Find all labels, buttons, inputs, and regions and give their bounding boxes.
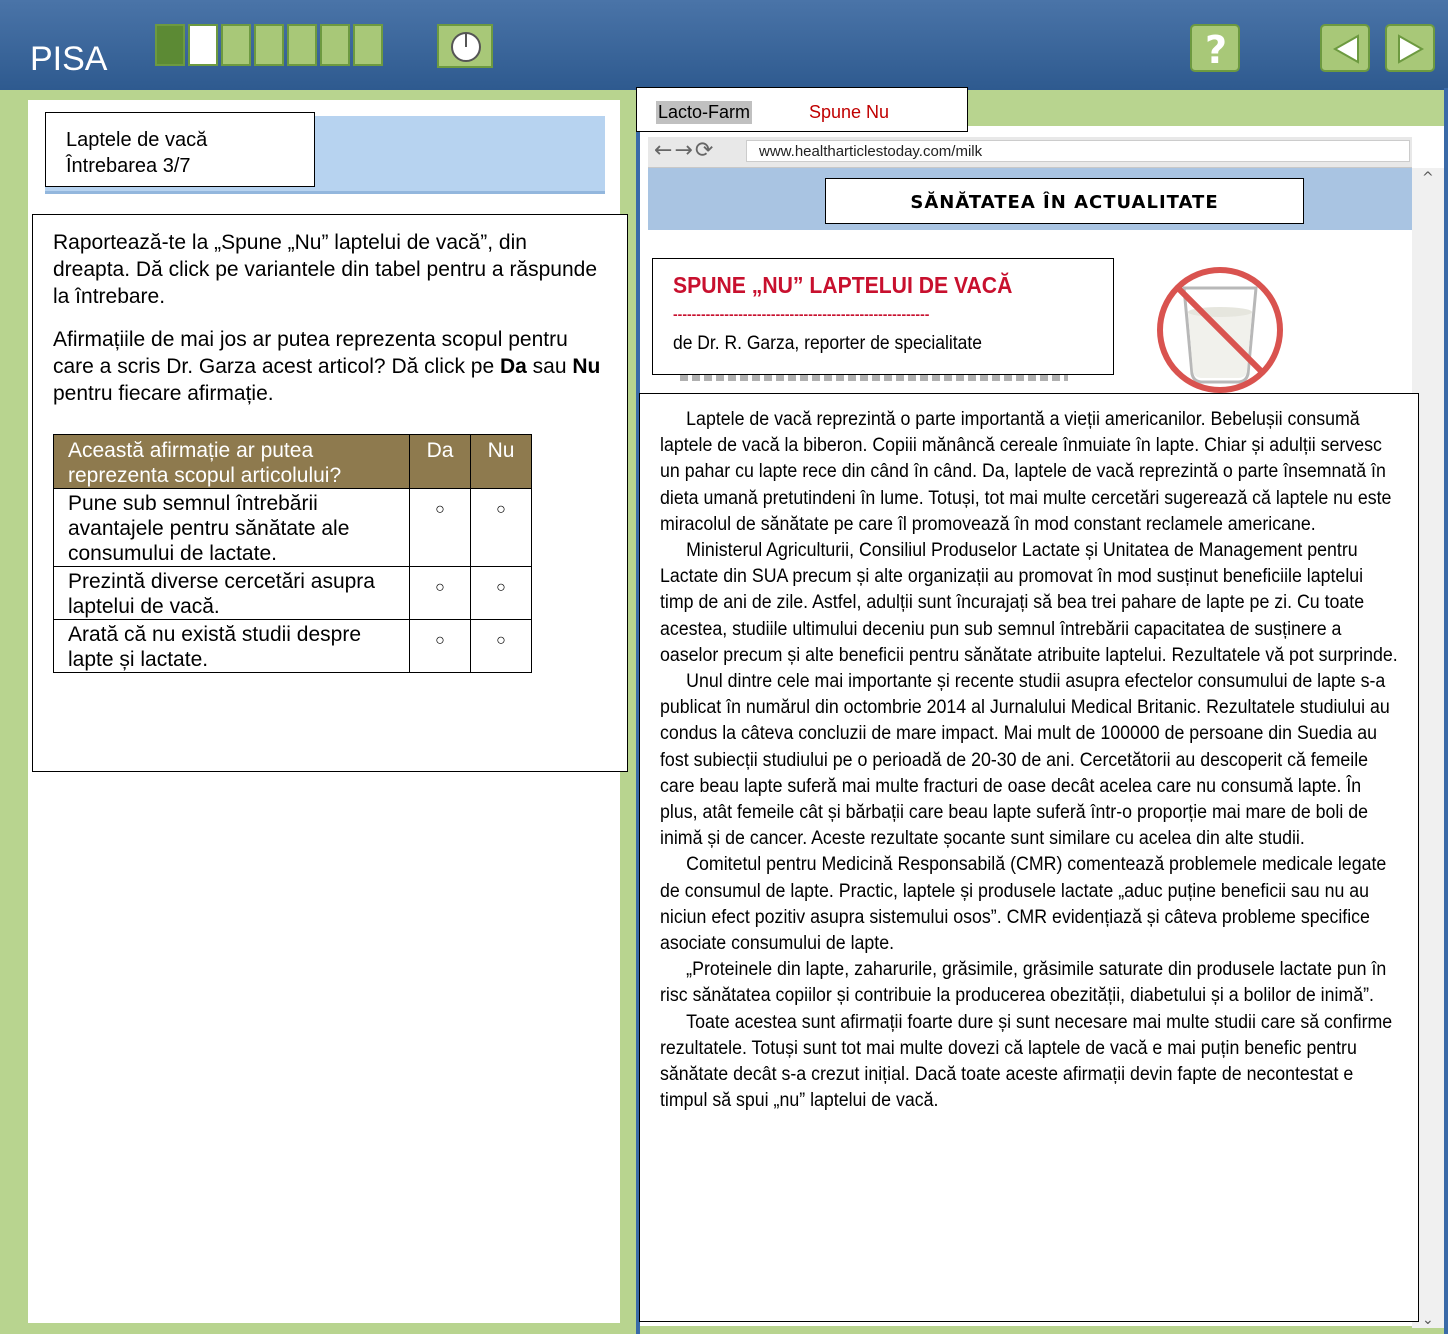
article-paragraph: Toate acestea sunt afirmații foarte dure…	[660, 1011, 1393, 1112]
table-row: Pune sub semnul întrebării avantajele pe…	[53, 488, 532, 567]
help-button[interactable]: ?	[1190, 24, 1240, 72]
table-row: Arată că nu există studii despre lapte ș…	[53, 619, 532, 673]
article-byline: de Dr. R. Garza, reporter de specialitat…	[673, 333, 982, 354]
previous-button[interactable]	[1320, 24, 1370, 72]
progress-indicator	[155, 24, 386, 70]
next-button[interactable]	[1385, 24, 1435, 72]
timer-button[interactable]	[437, 24, 493, 68]
prompt-da: Da	[499, 355, 527, 378]
question-intro: Raportează-te la „Spune „Nu” laptelui de…	[53, 231, 598, 308]
stimulus-tabs: Lacto-Farm Spune Nu	[636, 87, 968, 132]
question-box: Raportează-te la „Spune „Nu” laptelui de…	[32, 214, 628, 772]
statement-column-header: Această afirmație ar putea reprezenta sc…	[53, 434, 410, 489]
radio-da[interactable]: ○	[409, 488, 471, 567]
statement-text: Arată că nu există studii despre lapte ș…	[53, 619, 410, 673]
prompt-text: sau	[526, 355, 573, 378]
prompt-nu: Nu	[572, 355, 601, 378]
scroll-up-icon[interactable]: ^	[1422, 170, 1434, 186]
obscured-text	[680, 375, 1068, 381]
arrow-left-icon	[1332, 34, 1359, 64]
question-number: Întrebarea 3/7	[66, 155, 191, 177]
browser-nav-icons[interactable]: ←→⟳	[654, 138, 715, 163]
progress-step	[155, 24, 185, 66]
browser-toolbar: ←→⟳ www.healtharticlestoday.com/milk	[648, 137, 1412, 168]
progress-step-current	[188, 24, 218, 66]
progress-step	[320, 24, 350, 66]
table-row: Prezintă diverse cercetări asupra laptel…	[53, 566, 532, 620]
article-title-rule: ----------------------------------------…	[673, 306, 930, 322]
radio-nu[interactable]: ○	[470, 488, 532, 567]
article-paragraph: Comitetul pentru Medicină Responsabilă (…	[660, 854, 1387, 955]
article-paragraph: Unul dintre cele mai importante și recen…	[660, 671, 1390, 850]
site-title: SĂNĂTATEA ÎN ACTUALITATE	[825, 178, 1304, 224]
article-title: SPUNE „NU” LAPTELUI DE VACĂ	[673, 272, 1013, 298]
progress-step	[254, 24, 284, 66]
clock-icon	[451, 32, 481, 62]
arrow-right-icon	[1398, 34, 1425, 64]
article-body: Laptele de vacă reprezintă o parte impor…	[639, 393, 1419, 1322]
radio-nu[interactable]: ○	[470, 566, 532, 620]
radio-nu[interactable]: ○	[470, 619, 532, 673]
nu-column-header: Nu	[470, 434, 532, 489]
question-mark-icon: ?	[1205, 28, 1228, 72]
divider	[1444, 88, 1448, 1334]
article-paragraph: Laptele de vacă reprezintă o parte impor…	[660, 409, 1392, 535]
article-paragraph: „Proteinele din lapte, zaharurile, grăsi…	[660, 959, 1387, 1007]
answer-table: Această afirmație ar putea reprezenta sc…	[53, 434, 532, 673]
statement-text: Pune sub semnul întrebării avantajele pe…	[53, 488, 410, 567]
article-header: SPUNE „NU” LAPTELUI DE VACĂ ------------…	[652, 258, 1114, 375]
no-milk-icon	[1157, 267, 1283, 393]
unit-title: Laptele de vacă	[66, 129, 208, 151]
da-column-header: Da	[409, 434, 471, 489]
radio-da[interactable]: ○	[409, 619, 471, 673]
url-field[interactable]: www.healtharticlestoday.com/milk	[746, 140, 1410, 162]
scroll-down-icon[interactable]: ⌄	[1422, 1312, 1434, 1328]
tab-lacto-farm[interactable]: Lacto-Farm	[656, 101, 753, 124]
prompt-text: pentru fiecare afirmație.	[53, 382, 274, 405]
progress-step	[221, 24, 251, 66]
question-prompt: Afirmațiile de mai jos ar putea reprezen…	[53, 326, 607, 407]
article-paragraph: Ministerul Agriculturii, Consiliul Produ…	[660, 540, 1398, 666]
progress-step	[287, 24, 317, 66]
progress-step	[353, 24, 383, 66]
prompt-text: Afirmațiile de mai jos ar putea reprezen…	[53, 328, 568, 378]
radio-da[interactable]: ○	[409, 566, 471, 620]
tab-spune-nu[interactable]: Spune Nu	[809, 102, 889, 123]
pisa-logo: PISA	[30, 40, 108, 78]
table-header-row: Această afirmație ar putea reprezenta sc…	[53, 434, 532, 489]
unit-header: Laptele de vacă Întrebarea 3/7	[45, 112, 315, 187]
statement-text: Prezintă diverse cercetări asupra laptel…	[53, 566, 410, 620]
